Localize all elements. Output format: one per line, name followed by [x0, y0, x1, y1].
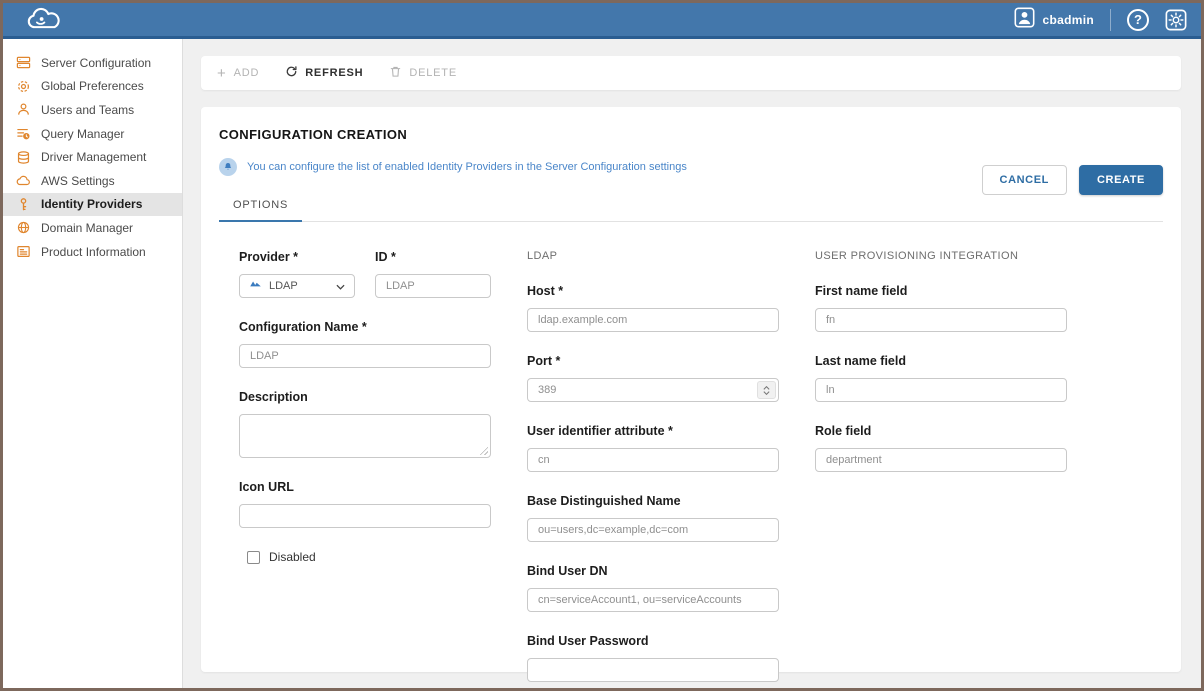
user-provisioning-section-header: USER PROVISIONING INTEGRATION: [815, 250, 1067, 263]
sidebar-item-label: Domain Manager: [41, 221, 133, 235]
add-button-label: ADD: [234, 67, 260, 79]
configuration-name-input[interactable]: [239, 344, 491, 368]
cloud-logo[interactable]: [23, 6, 65, 33]
base-distinguished-name-label: Base Distinguished Name: [527, 494, 779, 508]
cancel-button[interactable]: CANCEL: [982, 165, 1067, 195]
provider-select[interactable]: LDAP: [239, 274, 355, 298]
configuration-creation-panel: CONFIGURATION CREATION You can configure…: [201, 107, 1181, 672]
sidebar-item-label: Users and Teams: [41, 103, 134, 117]
port-stepper[interactable]: [757, 381, 776, 399]
info-message: You can configure the list of enabled Id…: [247, 161, 687, 173]
provisioning-column: USER PROVISIONING INTEGRATION First name…: [815, 250, 1067, 691]
icon-url-input[interactable]: [239, 504, 491, 528]
sidebar-item-product-information[interactable]: Product Information: [3, 240, 182, 264]
role-field-input[interactable]: [815, 448, 1067, 472]
user-icon: [15, 102, 31, 118]
id-input[interactable]: [375, 274, 491, 298]
sidebar-item-identity-providers[interactable]: Identity Providers: [3, 193, 182, 217]
sidebar-item-query-manager[interactable]: Query Manager: [3, 122, 182, 146]
username-label: cbadmin: [1043, 13, 1094, 27]
description-textarea[interactable]: [239, 414, 491, 458]
sidebar-item-global-preferences[interactable]: Global Preferences: [3, 75, 182, 99]
sidebar-item-label: Identity Providers: [41, 197, 142, 211]
role-field-label: Role field: [815, 424, 1067, 438]
gear-icon: [15, 78, 31, 94]
user-identifier-attribute-input[interactable]: [527, 448, 779, 472]
sidebar-item-label: Global Preferences: [41, 79, 144, 93]
sidebar-item-server-configuration[interactable]: Server Configuration: [3, 51, 182, 75]
chevron-down-icon: [336, 277, 345, 295]
create-button[interactable]: CREATE: [1079, 165, 1163, 195]
disabled-checkbox[interactable]: [247, 551, 260, 564]
globe-icon: [15, 220, 31, 236]
crud-toolbar: + ADD REFRESH DELETE: [201, 56, 1181, 90]
id-label: ID *: [375, 250, 491, 264]
bind-user-password-input[interactable]: [527, 658, 779, 682]
refresh-icon: [285, 65, 298, 81]
database-icon: [15, 149, 31, 165]
header-divider: [1110, 9, 1111, 31]
sidebar-nav: Server Configuration Global Preferences …: [3, 39, 183, 688]
bind-user-dn-input[interactable]: [527, 588, 779, 612]
provider-selected-value: LDAP: [269, 280, 329, 292]
sidebar-item-label: Product Information: [41, 245, 146, 259]
refresh-button[interactable]: REFRESH: [285, 65, 363, 81]
trash-icon: [389, 65, 402, 81]
refresh-button-label: REFRESH: [305, 67, 363, 79]
help-icon[interactable]: ?: [1127, 9, 1149, 31]
sidebar-item-aws-settings[interactable]: AWS Settings: [3, 169, 182, 193]
cloud-icon: [15, 173, 31, 189]
sidebar-item-domain-manager[interactable]: Domain Manager: [3, 216, 182, 240]
user-menu[interactable]: cbadmin: [1014, 7, 1094, 33]
user-avatar-icon: [1014, 7, 1035, 33]
bind-user-password-label: Bind User Password: [527, 634, 779, 648]
stepper-up-icon: [763, 386, 770, 390]
description-label: Description: [239, 390, 491, 404]
port-input[interactable]: [527, 378, 779, 402]
key-icon: [15, 196, 31, 212]
delete-button[interactable]: DELETE: [389, 65, 457, 81]
configuration-name-label: Configuration Name *: [239, 320, 491, 334]
page-title: CONFIGURATION CREATION: [219, 127, 1163, 142]
base-distinguished-name-input[interactable]: [527, 518, 779, 542]
bell-icon: [219, 158, 237, 176]
delete-button-label: DELETE: [409, 67, 457, 79]
tab-options[interactable]: OPTIONS: [219, 190, 302, 222]
last-name-field-label: Last name field: [815, 354, 1067, 368]
host-label: Host *: [527, 284, 779, 298]
port-label: Port *: [527, 354, 779, 368]
plus-icon: +: [217, 66, 227, 81]
query-clock-icon: [15, 126, 31, 142]
settings-gear-icon[interactable]: [1165, 9, 1187, 31]
ldap-provider-icon: [249, 277, 262, 295]
provider-label: Provider *: [239, 250, 355, 264]
sidebar-item-label: AWS Settings: [41, 174, 115, 188]
document-icon: [15, 244, 31, 260]
icon-url-label: Icon URL: [239, 480, 491, 494]
top-header-bar: cbadmin ?: [3, 3, 1201, 39]
first-name-field-input[interactable]: [815, 308, 1067, 332]
disabled-label: Disabled: [269, 550, 316, 564]
first-name-field-label: First name field: [815, 284, 1067, 298]
sidebar-item-label: Server Configuration: [41, 56, 151, 70]
configuration-form: Provider * LDAP: [219, 250, 1163, 691]
add-button[interactable]: + ADD: [217, 66, 259, 81]
sidebar-item-label: Query Manager: [41, 127, 124, 141]
main-content: + ADD REFRESH DELETE: [183, 39, 1201, 688]
panel-actions: CANCEL CREATE: [982, 165, 1163, 195]
general-column: Provider * LDAP: [239, 250, 491, 691]
server-icon: [15, 55, 31, 71]
sidebar-item-users-and-teams[interactable]: Users and Teams: [3, 98, 182, 122]
stepper-down-icon: [763, 391, 770, 395]
ldap-column: LDAP Host * Port *: [527, 250, 779, 691]
sidebar-item-driver-management[interactable]: Driver Management: [3, 145, 182, 169]
sidebar-item-label: Driver Management: [41, 150, 146, 164]
last-name-field-input[interactable]: [815, 378, 1067, 402]
host-input[interactable]: [527, 308, 779, 332]
disabled-checkbox-row: Disabled: [247, 550, 491, 564]
user-identifier-attribute-label: User identifier attribute *: [527, 424, 779, 438]
bind-user-dn-label: Bind User DN: [527, 564, 779, 578]
ldap-section-header: LDAP: [527, 250, 779, 263]
